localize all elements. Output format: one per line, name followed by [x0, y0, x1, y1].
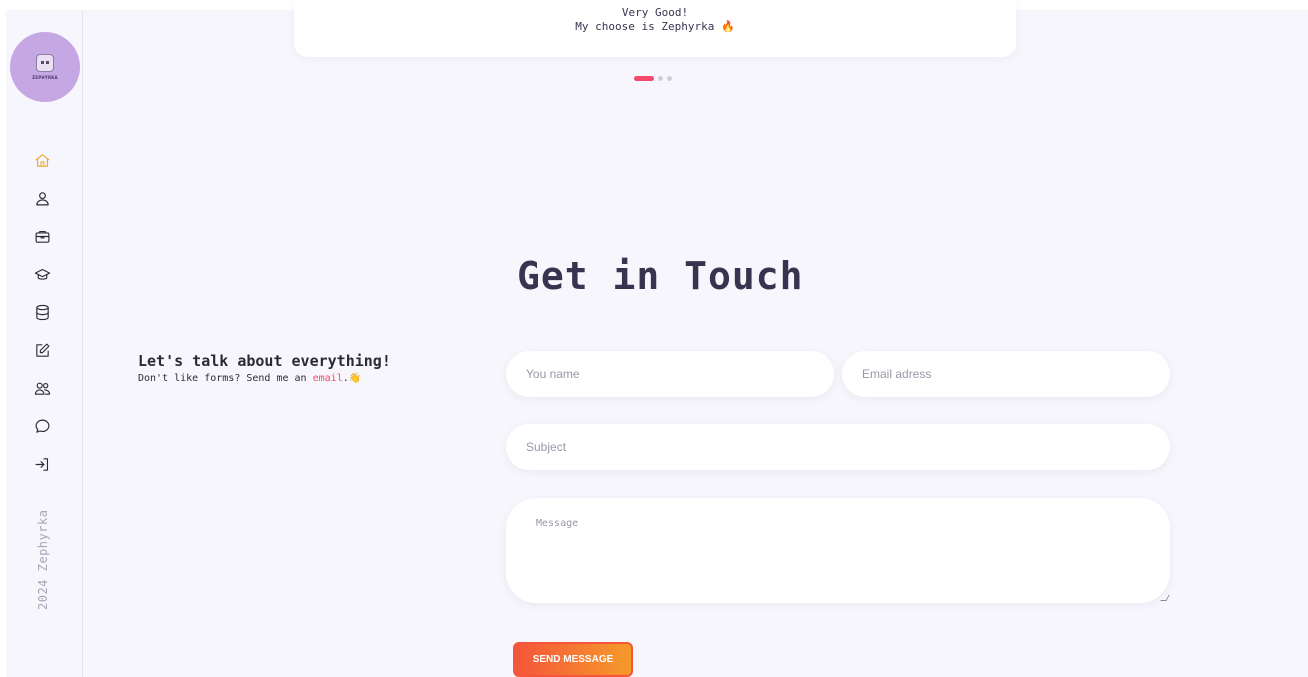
testimonial-card: Very Good! My choose is Zephyrka 🔥 [294, 0, 1016, 57]
email-input[interactable] [842, 351, 1170, 397]
sidebar-item-portfolio[interactable] [32, 226, 52, 246]
sidebar-item-skills[interactable] [32, 302, 52, 322]
email-link[interactable]: email [313, 373, 343, 384]
home-icon [35, 153, 49, 167]
avatar-image [36, 54, 54, 72]
waving-hand-icon: 👋 [348, 373, 362, 384]
testimonial-line-2: My choose is Zephyrka 🔥 [294, 20, 1016, 34]
sidebar-item-about[interactable] [32, 188, 52, 208]
users-icon [34, 382, 50, 395]
sidebar-item-team[interactable] [32, 378, 52, 398]
subject-input[interactable] [506, 424, 1170, 470]
sidebar: ZEPHYRKA 2024 Zephyrka [6, 10, 83, 677]
user-icon [35, 191, 49, 205]
carousel-dot-2[interactable] [658, 75, 663, 81]
sidebar-item-login[interactable] [32, 454, 52, 474]
chat-icon [35, 419, 49, 433]
contact-talk-subtitle: Don't like forms? Send me an email.👋 [138, 373, 361, 384]
carousel-dot-3[interactable] [667, 75, 672, 81]
sidebar-item-education[interactable] [32, 264, 52, 284]
database-icon [35, 304, 49, 320]
sign-in-icon [35, 457, 48, 471]
avatar-label: ZEPHYRKA [32, 75, 58, 80]
carousel-dots [634, 75, 672, 81]
sidebar-item-blog[interactable] [32, 340, 52, 360]
contact-heading: Get in Touch [517, 254, 804, 298]
fire-icon: 🔥 [721, 20, 735, 33]
copyright: 2024 Zephyrka [36, 509, 50, 610]
testimonial-line-1: Very Good! [621, 6, 689, 19]
send-message-button[interactable]: SEND MESSAGE [513, 642, 633, 677]
carousel-dot-1[interactable] [634, 75, 654, 81]
testimonial-text: My choose is Zephyrka [575, 20, 715, 33]
message-textarea[interactable] [506, 498, 1170, 603]
graduation-cap-icon [34, 268, 50, 280]
talk-sub-prefix: Don't like forms? Send me an [138, 373, 307, 384]
avatar[interactable]: ZEPHYRKA [10, 32, 80, 102]
sidebar-item-chat[interactable] [32, 416, 52, 436]
edit-icon [35, 343, 49, 357]
name-input[interactable] [506, 351, 834, 397]
sidebar-item-home[interactable] [32, 150, 52, 170]
briefcase-icon [35, 230, 49, 243]
contact-talk-title: Let's talk about everything! [138, 352, 391, 370]
